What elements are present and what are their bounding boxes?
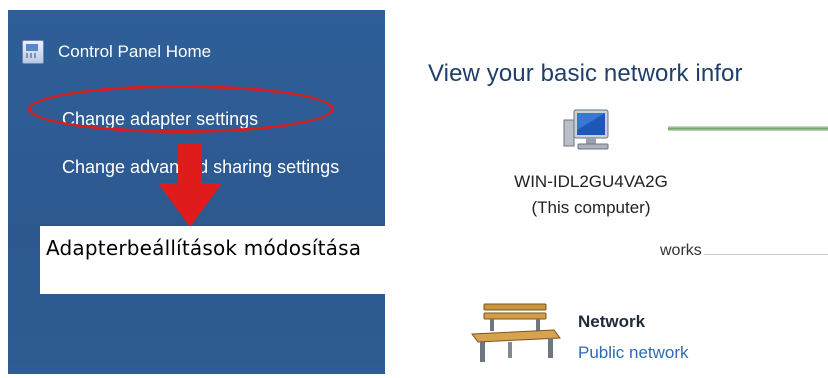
active-networks-label: works xyxy=(660,242,702,259)
computer-subtitle: (This computer) xyxy=(531,198,651,217)
computer-name: WIN-IDL2GU4VA2G xyxy=(514,172,668,191)
network-type-link[interactable]: Public network xyxy=(578,343,689,363)
highlight-oval xyxy=(28,85,334,133)
control-panel-home-link[interactable]: Control Panel Home xyxy=(22,40,211,64)
control-panel-icon xyxy=(22,40,44,64)
connection-line xyxy=(668,126,828,131)
network-name: Network xyxy=(578,312,646,331)
arrow-down-icon xyxy=(158,143,222,227)
callout-box: Adapterbeállítások módosítása xyxy=(40,226,455,294)
bench-icon[interactable] xyxy=(468,300,564,366)
page-title: View your basic network infor xyxy=(428,60,743,87)
callout-text: Adapterbeállítások módosítása xyxy=(46,236,362,260)
computer-icon xyxy=(563,109,609,150)
control-panel-home-label: Control Panel Home xyxy=(58,42,212,61)
section-divider xyxy=(704,254,828,255)
